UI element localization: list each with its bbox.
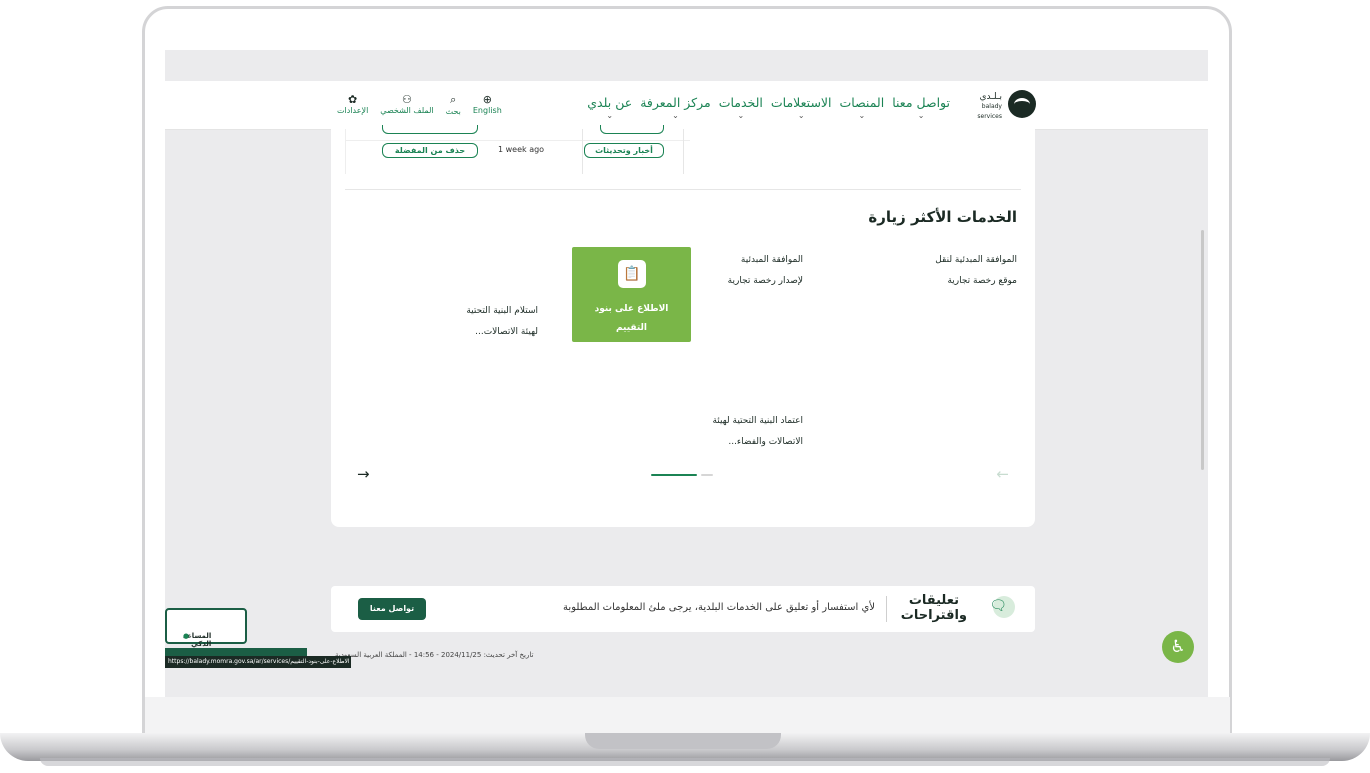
chevron-down-icon: ⌄ [672,111,679,120]
service-item[interactable]: الموافقة المبدئية لنقل موقع رخصة تجارية [887,250,1017,292]
language-button[interactable]: ⊕ English [473,93,502,116]
menu-services[interactable]: الخدمات ⌄ [719,95,763,120]
chevron-down-icon: ⌄ [737,111,745,120]
service-name-line1: الموافقة المبدئية [740,255,803,265]
laptop-notch [585,733,781,749]
chevron-down-icon: ⌄ [858,111,866,120]
globe-icon: ⊕ [482,93,492,106]
menu-knowledge-center[interactable]: مركز المعرفة ⌄ [640,95,711,120]
settings-button[interactable]: ✿ الإعدادات [337,93,368,116]
menu-inquiries[interactable]: الاستعلامات ⌄ [771,95,832,120]
search-icon: ⌕ [450,93,457,106]
scrollbar[interactable] [1201,230,1204,470]
logo-subtitle: balady services [977,103,1002,120]
carousel-pagination [651,474,713,477]
chat-feedback-icon [985,596,1015,622]
menu-platforms[interactable]: المنصات ⌄ [840,95,885,120]
search-button[interactable]: ⌕ بحث [446,93,461,116]
remove-favorite-button-partial[interactable] [382,125,478,134]
menu-services-label: الخدمات [718,95,763,110]
menu-contact[interactable]: تواصل معنا ⌄ [892,95,950,120]
remove-favorite-button[interactable]: حذف من المفضلة [382,143,478,158]
service-active-label: الاطلاع على بنود التقييم [572,300,691,338]
service-name-line1: الاطلاع على بنود [594,304,669,314]
service-name-line1: الموافقة المبدئية لنقل [935,255,1017,265]
language-label: English [472,106,502,115]
balady-logo[interactable]: بـلـدي balady services [966,90,1036,120]
top-navbar: بـلـدي balady services عن بلدي ⌄ مركز الم… [165,81,1208,130]
service-item-active[interactable]: 📋 الاطلاع على بنود التقييم [572,247,691,342]
column-divider [582,129,583,174]
service-name-line2: لإصدار رخصة تجارية [727,276,803,286]
feedback-title: تعليقات واقتراحات [901,593,967,623]
menu-platforms-label: المنصات [839,95,885,110]
menu-about[interactable]: عن بلدي ⌄ [587,95,632,120]
service-name-line2: موقع رخصة تجارية [947,276,1017,286]
smart-assistant-button[interactable]: المساعد الذكي ● [165,608,247,648]
chevron-down-icon: ⌄ [797,111,805,120]
browser-viewport: بـلـدي balady services عن بلدي ⌄ مركز الم… [165,50,1208,697]
search-label: بحث [445,107,461,116]
balady-logo-icon [1008,90,1036,118]
menu-contact-label: تواصل معنا [892,95,950,110]
feedback-separator [886,596,887,622]
header-tools: ✿ الإعدادات ⚇ الملف الشخصي ⌕ بحث ⊕ English [337,93,502,116]
service-item[interactable]: استلام البنية التحتية لهيئة الاتصالات... [408,301,538,343]
carousel-dot-active[interactable] [651,474,697,476]
table-row: حذف من المفضلة 1 week ago أخبار وتحديثات [346,140,690,163]
menu-about-label: عن بلدي [587,95,633,110]
menu-inquiries-label: الاستعلامات [770,95,832,110]
time-ago: 1 week ago [498,145,545,154]
profile-label: الملف الشخصي [380,106,434,115]
status-url-tooltip: https://balady.momra.gov.sa/ar/services/… [165,656,351,668]
service-name-line2: الاتصالات والفضاء... [728,437,803,447]
category-badge: أخبار وتحديثات [584,143,664,158]
feedback-text: لأي استفسار أو تعليق على الخدمات البلدية… [563,602,875,613]
laptop-shadow [40,758,1330,766]
carousel-dot[interactable] [701,474,713,476]
favorites-table: حذف من المفضلة 1 week ago أخبار وتحديثات [345,125,690,174]
feedback-bar: تعليقات واقتراحات لأي استفسار أو تعليق ع… [331,586,1035,632]
service-name-line2: التقييم [615,323,648,333]
chevron-down-icon: ⌄ [606,111,614,120]
accessibility-icon[interactable]: ♿ [1162,631,1194,663]
carousel-prev-arrow-icon[interactable]: ← [996,465,1009,483]
logo-title: بـلـدي [979,92,1002,102]
logo-text: بـلـدي balady services [966,92,1002,122]
service-name-line1: اعتماد البنية التحتية لهيئة [712,416,803,426]
service-item[interactable]: الموافقة المبدئية لإصدار رخصة تجارية [673,250,803,292]
assistant-bar [165,648,307,656]
category-badge-partial [600,125,664,134]
main-card: حذف من المفضلة 1 week ago أخبار وتحديثات… [331,125,1035,527]
feedback-title-line2: واقتراحات [900,608,967,623]
user-icon: ⚇ [402,93,412,106]
section-divider [345,189,1021,190]
feedback-title-line1: تعليقات [908,593,959,608]
last-updated: تاريخ آخر تحديث: 2024/11/25 - 14:56 - ال… [335,651,534,659]
screen-bezel-bottom [145,697,1230,737]
service-item[interactable]: اعتماد البنية التحتية لهيئة الاتصالات وا… [653,411,803,453]
carousel-next-arrow-icon[interactable]: → [357,465,370,483]
gear-icon: ✿ [348,93,358,106]
service-name-line1: استلام البنية التحتية [466,306,538,316]
section-title: الخدمات الأكثر زيارة [868,208,1017,226]
contact-us-button[interactable]: تواصل معنا [358,598,426,620]
profile-button[interactable]: ⚇ الملف الشخصي [380,93,433,116]
settings-label: الإعدادات [337,106,369,115]
chevron-down-icon: ⌄ [917,111,925,120]
main-menu: عن بلدي ⌄ مركز المعرفة ⌄ الخدمات ⌄ الاستعلا… [587,95,950,120]
menu-knowledge-label: مركز المعرفة [640,95,711,110]
panel-divider [683,129,684,174]
service-name-line2: لهيئة الاتصالات... [475,327,538,337]
clipboard-icon: 📋 [618,260,646,288]
bot-icon: ● [183,632,190,640]
